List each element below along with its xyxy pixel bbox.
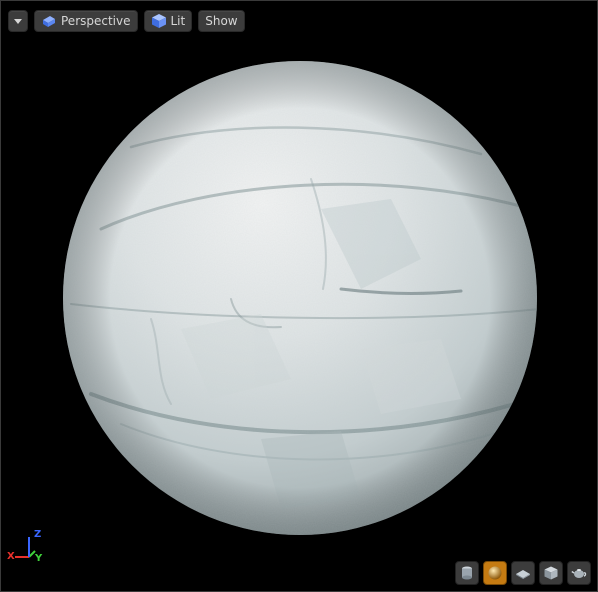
material-preview-viewport[interactable]: Perspective Lit Show X Y Z	[0, 0, 598, 592]
axis-x-label: X	[7, 551, 15, 562]
cube-icon	[543, 565, 559, 581]
lit-button[interactable]: Lit	[143, 10, 193, 32]
axis-y-label: Y	[35, 553, 43, 564]
show-button[interactable]: Show	[198, 10, 245, 32]
preview-cube-button[interactable]	[539, 561, 563, 585]
cylinder-icon	[459, 565, 475, 581]
material-preview-sphere	[61, 59, 539, 537]
teapot-icon	[571, 565, 587, 581]
axis-z-label: Z	[34, 529, 42, 540]
axis-gizmo: X Y Z	[7, 529, 53, 569]
perspective-button[interactable]: Perspective	[34, 10, 138, 32]
sphere-icon	[487, 565, 503, 581]
preview-sphere-button[interactable]	[483, 561, 507, 585]
plane-icon	[515, 565, 531, 581]
viewport-toolbar: Perspective Lit Show	[8, 10, 245, 32]
preview-teapot-button[interactable]	[567, 561, 591, 585]
preview-shape-toolbar	[455, 561, 591, 585]
chevron-down-icon	[14, 18, 22, 24]
preview-plane-button[interactable]	[511, 561, 535, 585]
viewport-options-button[interactable]	[8, 10, 28, 32]
show-label: Show	[205, 14, 238, 28]
lit-label: Lit	[170, 14, 186, 28]
preview-cylinder-button[interactable]	[455, 561, 479, 585]
perspective-cube-icon	[41, 14, 57, 28]
lit-cube-icon	[151, 13, 167, 29]
perspective-label: Perspective	[61, 14, 131, 28]
